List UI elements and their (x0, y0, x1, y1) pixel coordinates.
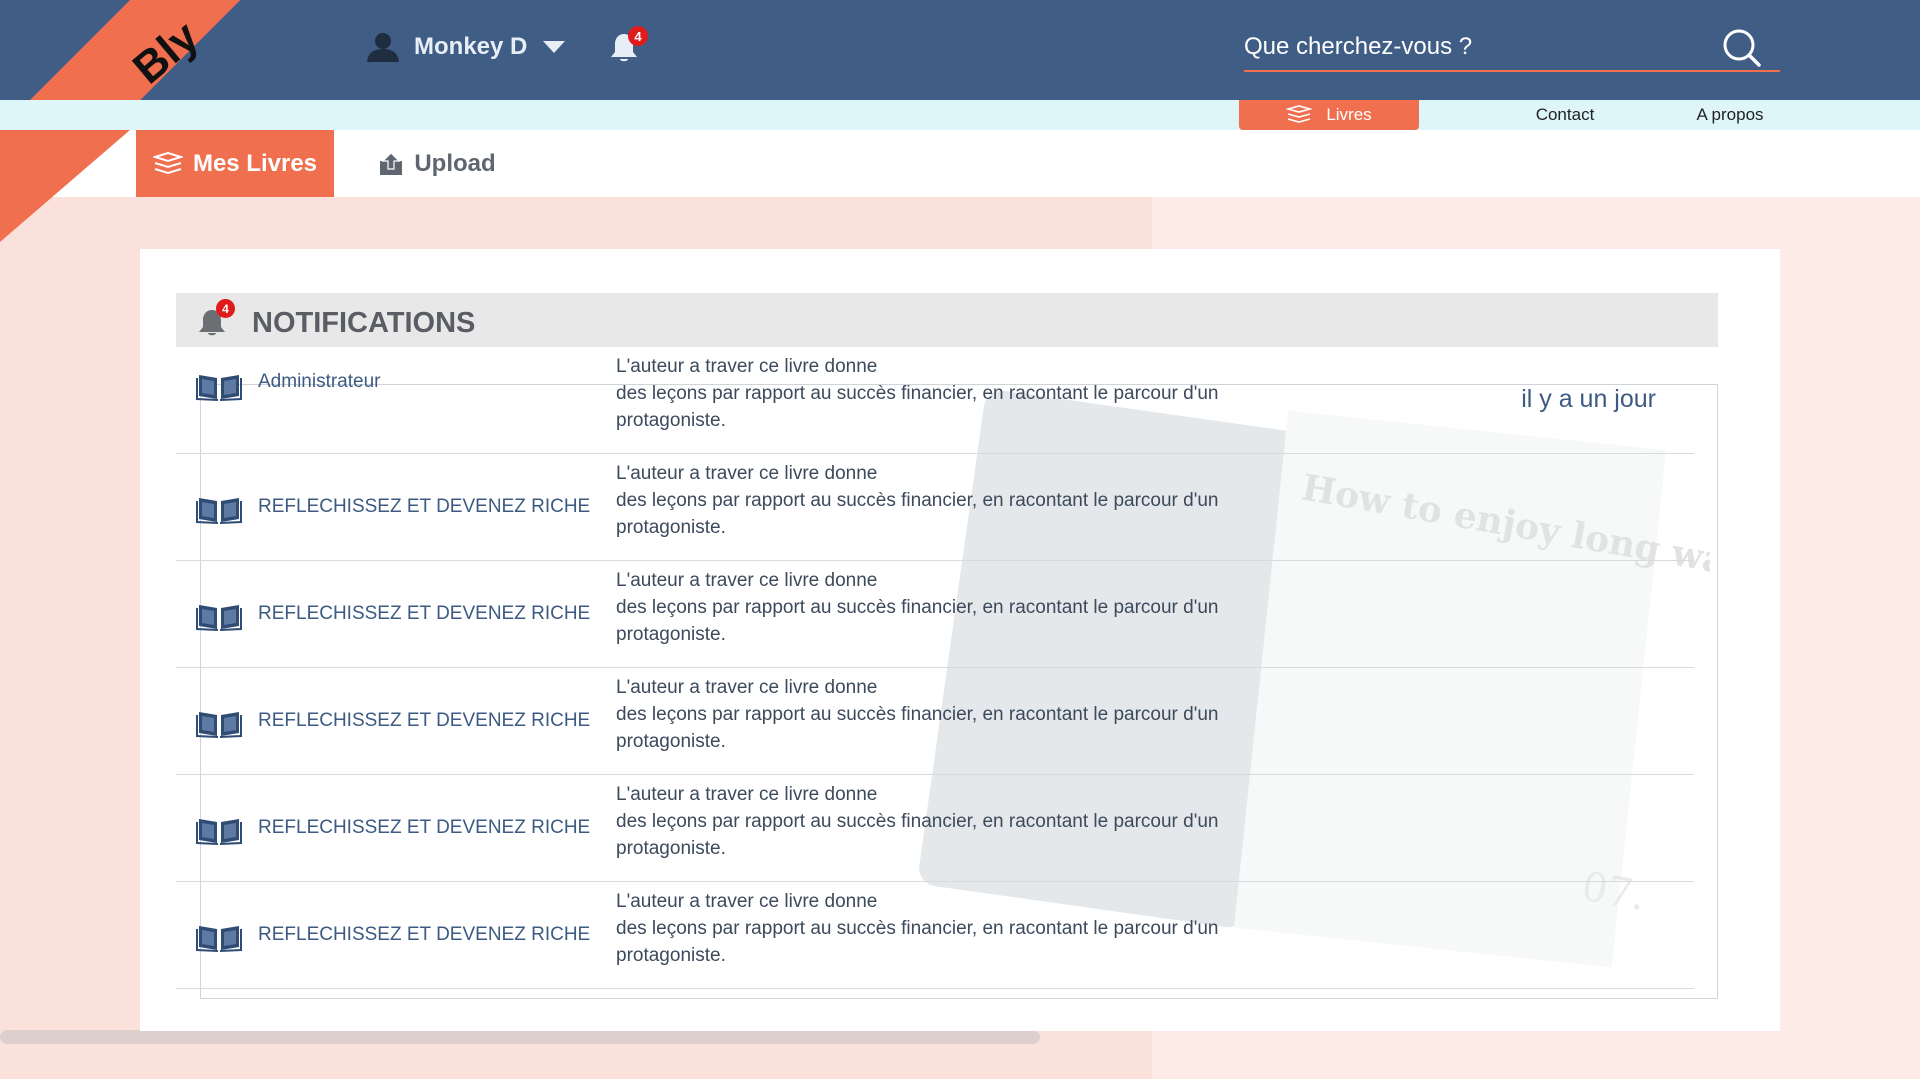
chevron-down-icon (543, 41, 566, 53)
nav-livres[interactable]: Livres (1239, 100, 1419, 130)
notification-row[interactable]: REFLECHISSEZ ET DEVENEZ RICHE L'auteur a … (176, 668, 1694, 775)
notification-row[interactable]: REFLECHISSEZ ET DEVENEZ RICHE L'auteur a … (176, 454, 1694, 561)
open-book-icon (196, 605, 242, 631)
nav-a-propos-label: A propos (1696, 105, 1764, 124)
notifications-bell-button[interactable]: 4 (610, 26, 648, 66)
nav-livres-label: Livres (1326, 105, 1372, 124)
notification-message: L'auteur a traver ce livre donne des leç… (616, 570, 1219, 645)
notification-sender: Administrateur (258, 371, 381, 392)
user-name: Monkey D (414, 33, 528, 60)
upload-icon (380, 151, 403, 175)
nav-a-propos[interactable]: A propos (1665, 100, 1795, 130)
notification-message: L'auteur a traver ce livre donne des leç… (616, 356, 1219, 431)
notification-message: L'auteur a traver ce livre donne des leç… (616, 784, 1219, 859)
notification-sender: REFLECHISSEZ ET DEVENEZ RICHE (258, 603, 591, 624)
corner-ribbon (0, 130, 130, 242)
open-book-icon (196, 498, 242, 524)
tab-mes-livres-label: Mes Livres (192, 149, 318, 177)
notification-message: L'auteur a traver ce livre donne des leç… (616, 891, 1219, 966)
notification-message: L'auteur a traver ce livre donne des leç… (616, 677, 1219, 752)
user-menu[interactable]: Monkey D (366, 32, 566, 62)
notification-row[interactable]: REFLECHISSEZ ET DEVENEZ RICHE L'auteur a … (176, 561, 1694, 668)
user-icon (367, 33, 399, 62)
open-book-icon (196, 712, 242, 738)
tab-upload-label: Upload (414, 149, 496, 177)
notification-sender: REFLECHISSEZ ET DEVENEZ RICHE (258, 710, 591, 731)
notification-badge: 4 (628, 26, 648, 46)
notifications-card: How to enjoy long walks on the beach. 07… (140, 249, 1780, 1031)
notification-row[interactable]: Administrateur L'auteur a traver ce livre… (176, 347, 1694, 454)
secondary-nav: Livres Contact A propos (0, 100, 1920, 130)
tab-upload[interactable]: Upload (372, 130, 502, 197)
search-input[interactable] (1244, 24, 1714, 70)
notification-sender: REFLECHISSEZ ET DEVENEZ RICHE (258, 924, 591, 945)
search-bar (1244, 24, 1780, 72)
notifications-list: Administrateur L'auteur a traver ce livre… (176, 347, 1694, 989)
nav-contact-label: Contact (1535, 105, 1595, 124)
notification-row[interactable]: REFLECHISSEZ ET DEVENEZ RICHE L'auteur a … (176, 775, 1694, 882)
books-icon (1286, 105, 1313, 123)
books-icon (152, 151, 183, 174)
open-book-icon (196, 819, 242, 845)
notifications-title: NOTIFICATIONS (252, 307, 476, 339)
background-floor (0, 1030, 1040, 1044)
open-book-icon (196, 926, 242, 952)
notifications-header: 4 NOTIFICATIONS (176, 293, 1718, 347)
nav-contact[interactable]: Contact (1500, 100, 1630, 130)
search-icon[interactable] (1722, 28, 1762, 68)
notification-sender: REFLECHISSEZ ET DEVENEZ RICHE (258, 496, 591, 517)
notification-row[interactable]: REFLECHISSEZ ET DEVENEZ RICHE L'auteur a … (176, 882, 1694, 989)
notification-time: il y a un jour (1521, 385, 1656, 413)
notification-sender: REFLECHISSEZ ET DEVENEZ RICHE (258, 817, 591, 838)
top-header: Bly Monkey D 4 (0, 0, 1920, 100)
notification-badge: 4 (216, 299, 235, 318)
open-book-icon (196, 375, 242, 401)
notification-message: L'auteur a traver ce livre donne des leç… (616, 463, 1219, 538)
tab-mes-livres[interactable]: Mes Livres (136, 130, 334, 197)
